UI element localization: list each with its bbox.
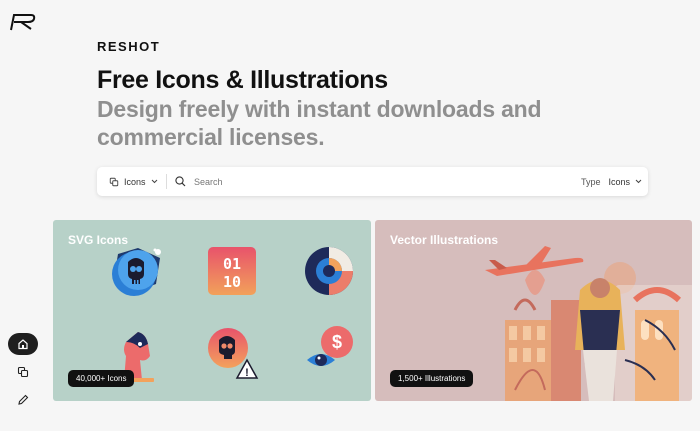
search-icon xyxy=(175,176,186,187)
type-dropdown-value: Icons xyxy=(608,176,630,187)
nav-illustrations-button[interactable] xyxy=(8,389,38,411)
nav-home-button[interactable] xyxy=(8,333,38,355)
pie-icon xyxy=(305,247,353,295)
page-subtitle: Design freely with instant downloads and… xyxy=(97,96,542,150)
page-title: Free Icons & Illustrations xyxy=(97,66,388,94)
illustrations-count-badge: 1,500+ Illustrations xyxy=(390,370,474,387)
type-filter-label: Type xyxy=(580,176,601,187)
dollar-mark: $ xyxy=(332,332,342,352)
binary-bottom: 10 xyxy=(223,273,241,291)
chevron-down-icon xyxy=(635,179,642,184)
icons-count-badge: 40,000+ Icons xyxy=(68,370,135,387)
binary-icon: 01 10 xyxy=(208,247,256,295)
chevron-down-icon xyxy=(151,179,157,184)
home-icon xyxy=(18,339,28,350)
reshot-wordmark[interactable]: RESHOT xyxy=(97,39,160,54)
skull-warning-icon: ! xyxy=(208,328,259,379)
pencil-icon xyxy=(18,394,29,405)
card-title: Vector Illustrations xyxy=(390,233,499,247)
vector-illustrations-card[interactable]: Vector Illustrations 1,500+ Illustration… xyxy=(375,220,692,401)
category-dropdown-label: Icons xyxy=(124,176,146,187)
copy-icon xyxy=(109,177,119,186)
travel-illustration xyxy=(485,246,692,401)
search-field xyxy=(175,167,496,196)
sidebar xyxy=(0,0,46,431)
divider xyxy=(166,174,167,189)
skull-icon xyxy=(112,248,161,296)
svg-icons-card[interactable]: SVG Icons 01 10 ! $ 40,000+ Icons xyxy=(53,220,371,401)
category-dropdown[interactable]: Icons xyxy=(109,167,158,196)
search-bar: Icons Type Icons xyxy=(97,167,648,196)
type-filter: Type Icons xyxy=(581,167,642,196)
type-dropdown[interactable]: Icons xyxy=(608,177,642,187)
binary-top: 01 xyxy=(223,255,241,273)
nav-icons-button[interactable] xyxy=(8,361,38,383)
copy-icon xyxy=(17,366,29,378)
eye-dollar-icon: $ xyxy=(307,326,353,366)
reshot-logo-icon[interactable] xyxy=(9,12,37,32)
warning-mark: ! xyxy=(245,367,249,379)
search-input[interactable] xyxy=(192,175,496,188)
